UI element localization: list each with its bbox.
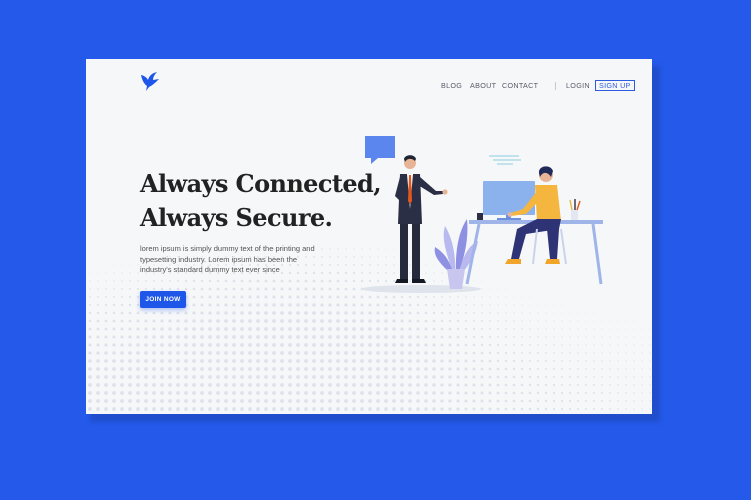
join-now-button[interactable]: JOIN NOW [140,291,186,308]
nav-divider [555,82,556,90]
nav-contact[interactable]: CONTACT [502,79,538,93]
headline-line-1: Always Connected, [140,169,382,198]
chat-lines-icon [489,155,521,165]
hero-headline: Always Connected, Always Secure. [140,167,382,235]
floor-shadow [361,285,481,293]
landing-page-card: BLOG ABOUT CONTACT LOGIN SIGN UP Always … [86,59,652,414]
headline-line-2: Always Secure. [140,203,333,232]
worker-figure [505,166,567,265]
hero-body-text: lorem ipsum is simply dummy text of the … [140,244,315,275]
top-nav: BLOG ABOUT CONTACT LOGIN SIGN UP [86,79,652,93]
pencil-cup-icon [569,199,581,220]
login-link[interactable]: LOGIN [566,79,590,93]
nav-blog[interactable]: BLOG [441,79,462,93]
signup-button[interactable]: SIGN UP [595,80,635,91]
businessman-figure [395,155,448,283]
speech-bubble-icon [365,136,395,164]
nav-about[interactable]: ABOUT [470,79,496,93]
office-illustration [361,136,603,293]
mug-icon [477,213,483,220]
